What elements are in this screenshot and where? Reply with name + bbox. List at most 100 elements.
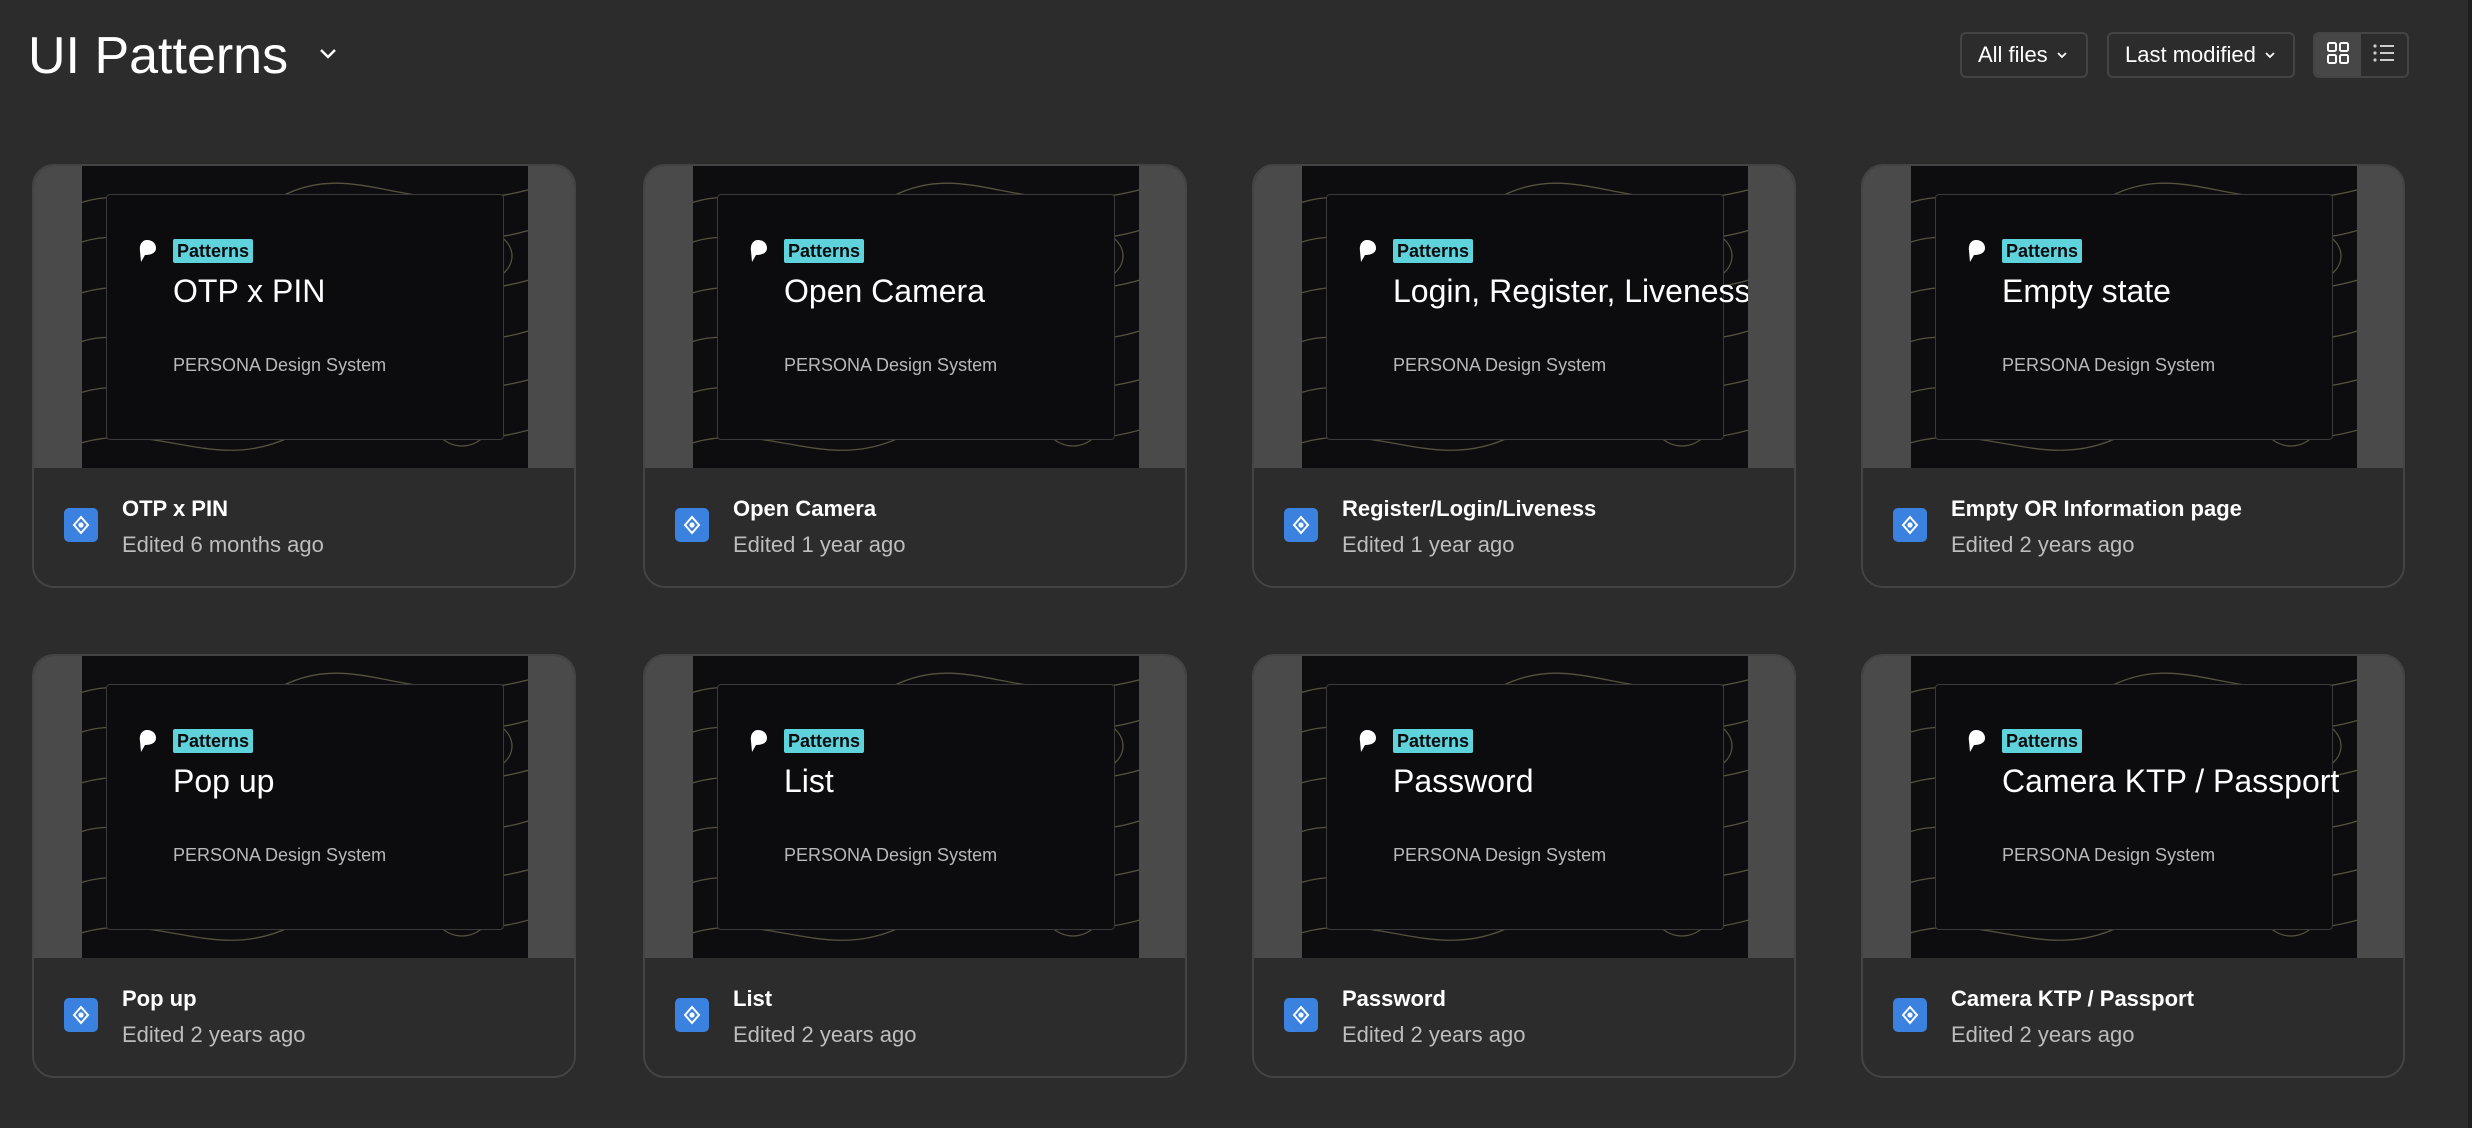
file-thumbnail: Patterns Login, Register, Liveness PERSO… [1254,166,1794,468]
figma-design-file-icon [64,998,98,1032]
cover-title: Empty state [2002,273,2171,309]
view-toggle [2313,32,2409,78]
patterns-tag: Patterns [2002,729,2083,753]
file-edited-time: Edited 2 years ago [1342,1022,1526,1047]
figma-design-file-icon [675,998,709,1032]
file-thumbnail: Patterns OTP x PIN PERSONA Design System [34,166,574,468]
cover-card: Patterns Open Camera PERSONA Design Syst… [717,194,1115,440]
figma-design-file-icon [64,508,98,542]
file-card[interactable]: Patterns OTP x PIN PERSONA Design System… [32,164,576,588]
patterns-tag: Patterns [784,239,865,263]
card-footer: Camera KTP / Passport Edited 2 years ago [1863,958,2403,1076]
persona-logo-icon [137,729,157,753]
figma-design-file-icon [1284,998,1318,1032]
file-edited-time: Edited 2 years ago [733,1022,917,1047]
file-edited-time: Edited 2 years ago [1951,1022,2135,1047]
figma-design-file-icon [1893,998,1927,1032]
figma-design-file-icon [675,508,709,542]
cover-art: Patterns Login, Register, Liveness PERSO… [1302,166,1748,468]
file-browser-page: UI Patterns All files Last modified Patt… [0,0,2472,1128]
figma-design-file-icon [1893,508,1927,542]
cover-art: Patterns Pop up PERSONA Design System [82,656,528,958]
file-card[interactable]: Patterns Camera KTP / Passport PERSONA D… [1861,654,2405,1078]
file-name: Empty OR Information page [1951,496,2242,521]
persona-logo-icon [1357,239,1377,263]
grid-view-icon [2326,41,2350,70]
sort-dropdown[interactable]: Last modified [2107,32,2295,78]
card-footer: Password Edited 2 years ago [1254,958,1794,1076]
file-name: List [733,986,773,1011]
cover-art: Patterns Camera KTP / Passport PERSONA D… [1911,656,2357,958]
file-name: Pop up [122,986,197,1011]
patterns-tag: Patterns [1393,239,1474,263]
persona-logo-icon [748,729,768,753]
cover-card: Patterns Empty state PERSONA Design Syst… [1935,194,2333,440]
file-card[interactable]: Patterns Login, Register, Liveness PERSO… [1252,164,1796,588]
title-dropdown-button[interactable] [312,42,344,70]
file-name: Camera KTP / Passport [1951,986,2194,1011]
scrollbar-track[interactable] [2468,0,2472,1128]
cover-subtitle: PERSONA Design System [2002,355,2216,375]
file-edited-time: Edited 2 years ago [122,1022,306,1047]
file-card[interactable]: Patterns List PERSONA Design System List… [643,654,1187,1078]
cover-title: OTP x PIN [173,273,326,309]
card-footer: Open Camera Edited 1 year ago [645,468,1185,586]
file-card[interactable]: Patterns Empty state PERSONA Design Syst… [1861,164,2405,588]
file-filter-label: All files [1978,42,2048,67]
cover-art: Patterns OTP x PIN PERSONA Design System [82,166,528,468]
file-thumbnail: Patterns Camera KTP / Passport PERSONA D… [1863,656,2403,958]
file-thumbnail: Patterns Password PERSONA Design System [1254,656,1794,958]
cover-art: Patterns List PERSONA Design System [693,656,1139,958]
file-thumbnail: Patterns Pop up PERSONA Design System [34,656,574,958]
chevron-down-icon [2264,51,2276,59]
cover-title: Camera KTP / Passport [2002,763,2340,799]
file-name: OTP x PIN [122,496,228,521]
card-footer: Register/Login/Liveness Edited 1 year ag… [1254,468,1794,586]
cover-subtitle: PERSONA Design System [1393,845,1607,865]
file-name: Register/Login/Liveness [1342,496,1597,521]
patterns-tag: Patterns [173,729,254,753]
cover-card: Patterns Camera KTP / Passport PERSONA D… [1935,684,2339,930]
patterns-tag: Patterns [1393,729,1474,753]
cover-card: Patterns Password PERSONA Design System [1326,684,1724,930]
file-thumbnail: Patterns Open Camera PERSONA Design Syst… [645,166,1185,468]
persona-logo-icon [1966,239,1986,263]
grid-view-button[interactable] [2315,34,2361,76]
file-name: Password [1342,986,1446,1011]
cover-card: Patterns Pop up PERSONA Design System [106,684,504,930]
file-card[interactable]: Patterns Password PERSONA Design System … [1252,654,1796,1078]
list-view-button[interactable] [2361,34,2407,76]
cover-card: Patterns OTP x PIN PERSONA Design System [106,194,504,440]
file-name: Open Camera [733,496,877,521]
file-thumbnail: Patterns Empty state PERSONA Design Syst… [1863,166,2403,468]
cover-subtitle: PERSONA Design System [173,355,387,375]
sort-label: Last modified [2125,42,2256,67]
card-footer: Pop up Edited 2 years ago [34,958,574,1076]
cover-subtitle: PERSONA Design System [1393,355,1607,375]
cover-art: Patterns Open Camera PERSONA Design Syst… [693,166,1139,468]
list-view-icon [2372,41,2396,70]
cover-title: Password [1393,763,1534,799]
cover-subtitle: PERSONA Design System [784,355,998,375]
cover-title: Login, Register, Liveness [1393,273,1748,309]
file-edited-time: Edited 2 years ago [1951,532,2135,557]
cover-subtitle: PERSONA Design System [2002,845,2216,865]
persona-logo-icon [748,239,768,263]
file-edited-time: Edited 6 months ago [122,532,324,557]
persona-logo-icon [137,239,157,263]
file-card[interactable]: Patterns Open Camera PERSONA Design Syst… [643,164,1187,588]
file-edited-time: Edited 1 year ago [1342,532,1515,557]
file-filter-dropdown[interactable]: All files [1960,32,2088,78]
cover-card: Patterns Login, Register, Liveness PERSO… [1326,194,1748,440]
file-thumbnail: Patterns List PERSONA Design System [645,656,1185,958]
figma-design-file-icon [1284,508,1318,542]
card-footer: List Edited 2 years ago [645,958,1185,1076]
file-card[interactable]: Patterns Pop up PERSONA Design System Po… [32,654,576,1078]
card-footer: OTP x PIN Edited 6 months ago [34,468,574,586]
patterns-tag: Patterns [784,729,865,753]
patterns-tag: Patterns [2002,239,2083,263]
cover-subtitle: PERSONA Design System [173,845,387,865]
page-header: UI Patterns All files Last modified [0,0,2472,112]
card-footer: Empty OR Information page Edited 2 years… [1863,468,2403,586]
cover-art: Patterns Password PERSONA Design System [1302,656,1748,958]
